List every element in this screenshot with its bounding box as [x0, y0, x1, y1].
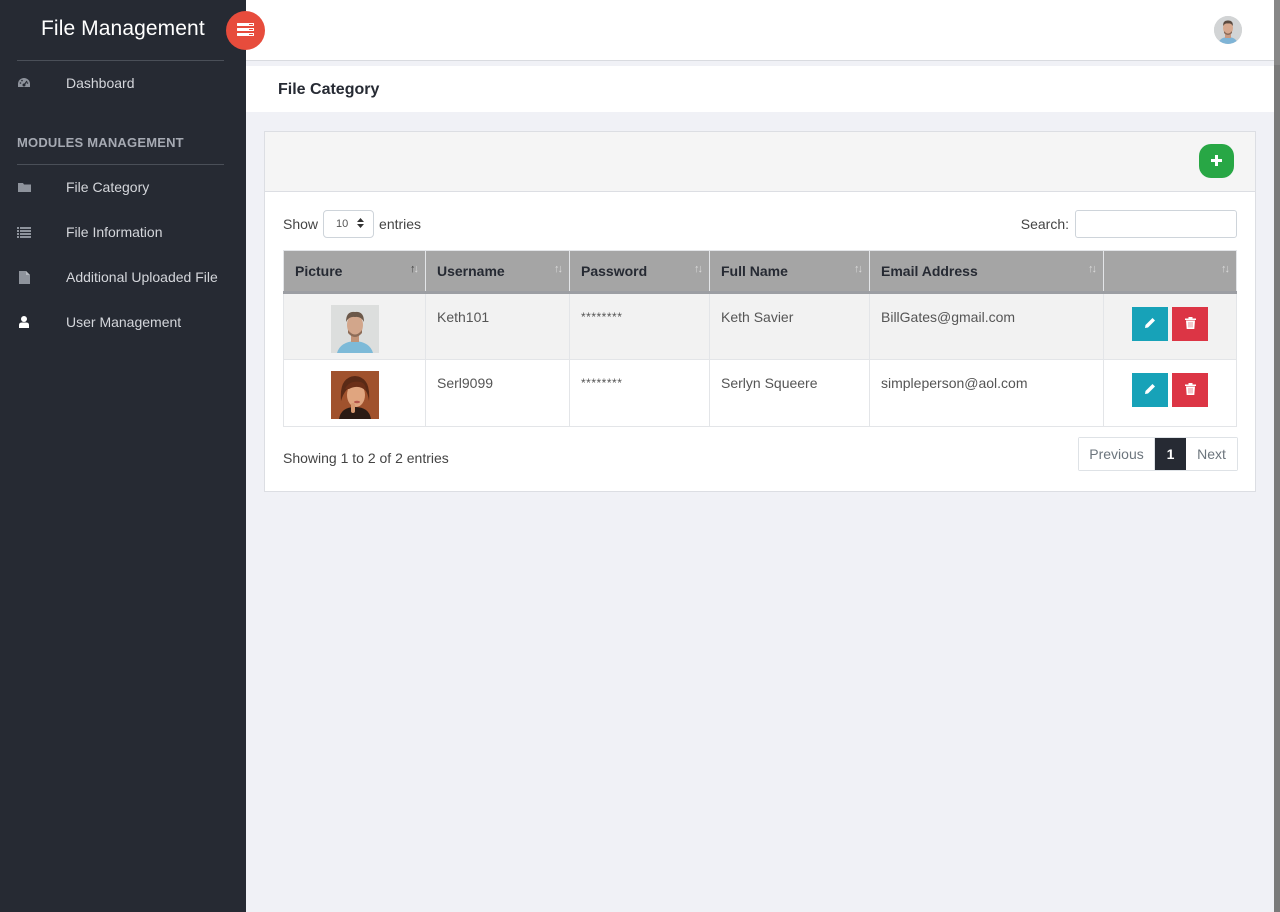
table-info: Showing 1 to 2 of 2 entries [283, 450, 449, 466]
section-title: MODULES MANAGEMENT [17, 135, 184, 150]
email-cell: simpleperson@aol.com [869, 359, 1104, 427]
length-prefix: Show [283, 216, 319, 232]
actions-cell [1103, 359, 1237, 427]
sidebar-item-label: File Information [66, 224, 163, 240]
folder-icon [17, 180, 31, 194]
section-divider [17, 164, 224, 165]
column-header-username[interactable]: Username ↑↓ [425, 250, 570, 294]
search-control: Search: [1021, 210, 1237, 238]
page-title: File Category [278, 81, 380, 98]
edit-button[interactable] [1132, 373, 1168, 407]
sort-icon: ↑↓ [854, 263, 863, 275]
male-portrait-thumbnail [330, 305, 379, 353]
trash-icon [1184, 316, 1196, 332]
sort-icon: ↑↓ [1221, 263, 1230, 275]
file-icon [17, 270, 31, 284]
sort-icon: ↑↓ [410, 263, 419, 275]
pagination: Previous 1 Next [1078, 437, 1238, 471]
table-row: Keth101 ******** Keth Savier BillGates@g… [283, 292, 1237, 360]
length-suffix: entries [379, 216, 422, 232]
picture-cell [283, 359, 426, 427]
column-header-picture[interactable]: Picture ↑↓ [283, 250, 426, 294]
sidebar-item-label: Additional Uploaded File [66, 269, 218, 285]
pagination-next[interactable]: Next [1186, 438, 1237, 470]
full-name-cell: Serlyn Squeere [709, 359, 870, 427]
select-arrows-icon [357, 217, 365, 231]
column-header-email[interactable]: Email Address ↑↓ [869, 250, 1104, 294]
table-row: Serl9099 ******** Serlyn Squeere simplep… [283, 359, 1237, 427]
delete-button[interactable] [1172, 373, 1208, 407]
sidebar: File Management Dashboard MODULES MANAGE… [0, 0, 246, 912]
actions-cell [1103, 292, 1237, 360]
password-cell: ******** [569, 359, 710, 427]
dashboard-gauge-icon [17, 76, 31, 90]
brand: File Management [0, 0, 246, 60]
user-avatar[interactable] [1214, 16, 1242, 44]
search-input[interactable] [1075, 210, 1237, 238]
plus-icon [1211, 153, 1222, 169]
column-header-actions[interactable]: ↑↓ [1103, 250, 1237, 294]
sidebar-item-user-management[interactable]: User Management [0, 304, 246, 340]
column-header-full-name[interactable]: Full Name ↑↓ [709, 250, 870, 294]
trash-icon [1184, 382, 1196, 398]
vertical-scrollbar[interactable] [1274, 0, 1280, 912]
sort-icon: ↑↓ [694, 263, 703, 275]
female-portrait-thumbnail [330, 371, 379, 419]
pencil-icon [1144, 316, 1156, 332]
sidebar-item-label: Dashboard [66, 75, 135, 91]
list-icon [17, 225, 31, 239]
pencil-icon [1144, 382, 1156, 398]
top-header [246, 0, 1274, 61]
username-cell: Serl9099 [425, 359, 570, 427]
scrollbar-thumb[interactable] [1274, 0, 1280, 65]
sidebar-item-label: File Category [66, 179, 150, 195]
users-table: Picture ↑↓ Username ↑↓ Password ↑↓ Full … [283, 250, 1237, 427]
password-cell: ******** [569, 292, 710, 360]
sidebar-divider [17, 60, 224, 61]
sidebar-item-file-category[interactable]: File Category [0, 169, 246, 205]
add-button[interactable] [1199, 144, 1234, 178]
edit-button[interactable] [1132, 307, 1168, 341]
pagination-previous[interactable]: Previous [1079, 438, 1155, 470]
username-cell: Keth101 [425, 292, 570, 360]
sort-icon: ↑↓ [1088, 263, 1097, 275]
search-label: Search: [1020, 216, 1069, 232]
picture-cell [283, 292, 426, 360]
delete-button[interactable] [1172, 307, 1208, 341]
sidebar-item-label: User Management [66, 314, 182, 330]
sort-icon: ↑↓ [554, 263, 563, 275]
page-header: File Category [246, 66, 1274, 112]
sidebar-item-file-information[interactable]: File Information [0, 214, 246, 250]
card-header [265, 132, 1255, 192]
table-header-row: Picture ↑↓ Username ↑↓ Password ↑↓ Full … [283, 250, 1237, 294]
app-title: File Management [41, 17, 205, 40]
email-cell: BillGates@gmail.com [869, 292, 1104, 360]
full-name-cell: Keth Savier [709, 292, 870, 360]
sidebar-item-additional-uploaded-file[interactable]: Additional Uploaded File [0, 259, 246, 295]
entries-per-page-value: 10 [336, 218, 349, 230]
entries-per-page-select[interactable]: 10 [323, 210, 375, 238]
sidebar-toggle-icon [237, 22, 254, 39]
column-header-password[interactable]: Password ↑↓ [569, 250, 710, 294]
sidebar-item-dashboard[interactable]: Dashboard [0, 65, 246, 101]
users-card: Show 10 entries Search: Picture ↑↓ Usern… [264, 131, 1256, 492]
entries-length-control: Show 10 entries [283, 210, 421, 238]
user-icon [17, 315, 31, 329]
sidebar-toggle-button[interactable] [226, 11, 265, 50]
pagination-page-1[interactable]: 1 [1155, 438, 1186, 470]
